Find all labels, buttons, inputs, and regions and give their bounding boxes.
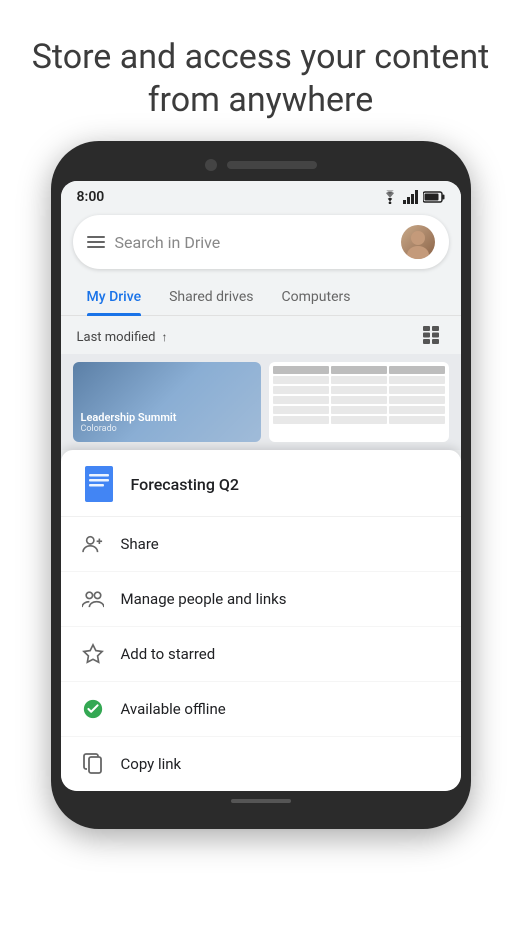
file-thumbnail-presentation[interactable]: Leadership Summit Colorado xyxy=(73,362,261,442)
drive-tabs: My Drive Shared drives Computers xyxy=(61,279,461,316)
spreadsheet-row-5 xyxy=(273,406,445,414)
thumb-subtitle: Colorado xyxy=(81,424,253,434)
camera-dot xyxy=(205,159,217,171)
menu-item-manage-people[interactable]: Manage people and links xyxy=(61,572,461,627)
thumb-title: Leadership Summit xyxy=(81,411,253,424)
status-time: 8:00 xyxy=(77,189,105,205)
person-add-icon xyxy=(81,532,105,556)
add-starred-label: Add to starred xyxy=(121,645,216,663)
speaker-bar xyxy=(227,161,317,169)
status-icons xyxy=(381,190,445,204)
menu-item-copy-link[interactable]: Copy link xyxy=(61,737,461,791)
phone-screen: 8:00 xyxy=(61,181,461,791)
file-thumbnail-spreadsheet[interactable] xyxy=(269,362,449,442)
menu-item-add-starred[interactable]: Add to starred xyxy=(61,627,461,682)
tab-computers[interactable]: Computers xyxy=(268,279,365,315)
sort-label-text: Last modified xyxy=(77,330,156,345)
file-list-header: Last modified ↑ xyxy=(61,316,461,354)
battery-icon xyxy=(423,191,445,203)
doc-icon xyxy=(81,466,117,502)
home-indicator xyxy=(231,799,291,803)
menu-item-share[interactable]: Share xyxy=(61,517,461,572)
wifi-icon xyxy=(381,190,399,204)
manage-people-icon xyxy=(81,587,105,611)
avatar[interactable] xyxy=(401,225,435,259)
hamburger-icon[interactable] xyxy=(87,236,105,248)
phone-shell: 8:00 xyxy=(51,141,471,829)
signal-icon xyxy=(403,190,419,204)
sort-arrow-icon: ↑ xyxy=(162,330,168,344)
avatar-image xyxy=(401,225,435,259)
menu-item-available-offline[interactable]: Available offline xyxy=(61,682,461,737)
manage-people-label: Manage people and links xyxy=(121,590,287,608)
spreadsheet-row-4 xyxy=(273,396,445,404)
context-file-name: Forecasting Q2 xyxy=(131,475,240,494)
tab-shared-drives[interactable]: Shared drives xyxy=(155,279,267,315)
search-placeholder: Search in Drive xyxy=(115,233,391,252)
star-icon xyxy=(81,642,105,666)
sort-button[interactable]: Last modified ↑ xyxy=(77,330,168,345)
search-bar[interactable]: Search in Drive xyxy=(73,215,449,269)
copy-icon xyxy=(81,752,105,776)
spreadsheet-row-2 xyxy=(273,376,445,384)
share-label: Share xyxy=(121,535,159,553)
context-file-header: Forecasting Q2 xyxy=(61,450,461,517)
context-menu: Forecasting Q2 Share xyxy=(61,450,461,791)
header-title: Store and access your content from anywh… xyxy=(30,36,491,121)
phone-top-bar xyxy=(61,159,461,181)
phone-bottom-bar xyxy=(61,791,461,811)
status-bar: 8:00 xyxy=(61,181,461,209)
spreadsheet-row-3 xyxy=(273,386,445,394)
view-toggle-icon[interactable] xyxy=(423,326,445,348)
check-circle-icon xyxy=(81,697,105,721)
spreadsheet-row-1 xyxy=(273,366,445,374)
available-offline-label: Available offline xyxy=(121,700,226,718)
phone-mockup: 8:00 xyxy=(0,141,521,829)
tab-my-drive[interactable]: My Drive xyxy=(73,279,156,315)
spreadsheet-row-6 xyxy=(273,416,445,424)
file-thumbnails: Leadership Summit Colorado xyxy=(61,354,461,450)
copy-link-label: Copy link xyxy=(121,755,182,773)
page-header: Store and access your content from anywh… xyxy=(0,0,521,141)
